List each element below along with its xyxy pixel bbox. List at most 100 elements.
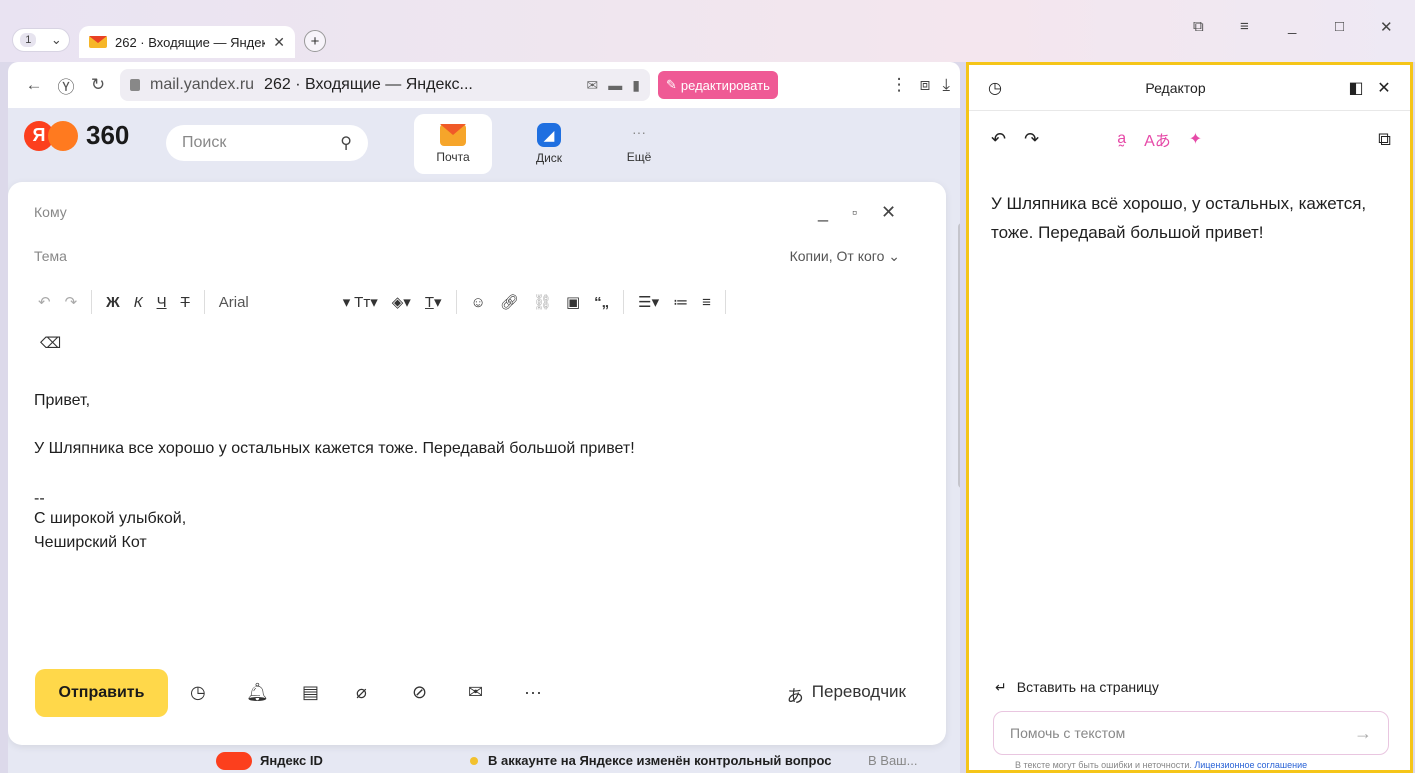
strikethrough-icon[interactable]: Т: [181, 294, 190, 311]
url-page-title: 262 · Входящие — Яндекс...: [264, 76, 473, 93]
address-bar[interactable]: mail.yandex.ru 262 · Входящие — Яндекс..…: [120, 69, 650, 101]
emoji-icon[interactable]: ☺: [471, 294, 486, 311]
translate-icon: あ: [786, 687, 804, 706]
new-tab-button[interactable]: +: [304, 30, 326, 52]
service-more[interactable]: ··· Ещё: [600, 114, 678, 174]
send-button[interactable]: Отправить: [35, 669, 168, 717]
editor-toolbar: ↶ ↷ a̰ Aあ ✦ ⧉: [991, 127, 1391, 151]
italic-icon[interactable]: К: [134, 294, 143, 311]
reminder-bell-icon[interactable]: 🔔︎: [246, 682, 269, 703]
tab-counter-button[interactable]: 1 ⌄: [12, 28, 70, 52]
numbered-list-icon[interactable]: ≡: [702, 294, 711, 311]
chevron-down-icon: ⌄: [888, 248, 900, 264]
browser-tab[interactable]: 262 · Входящие — Яндекс ✕: [79, 26, 295, 58]
minimize-compose-icon[interactable]: _: [818, 202, 828, 223]
formatting-toolbar: ↶ ↷ Ж К Ч Т Arial ▾ Tт▾ ◈▾ T̲▾ ☺ 🔗︎ ⛓︎ ▣…: [38, 290, 726, 314]
ai-sparkle-icon[interactable]: ✦: [1189, 129, 1202, 149]
dock-panel-icon[interactable]: ◧: [1342, 78, 1370, 98]
to-field[interactable]: Кому: [34, 204, 67, 220]
search-input[interactable]: Поиск ⚲: [166, 125, 368, 161]
minimize-icon[interactable]: _: [1288, 18, 1296, 35]
service-mail[interactable]: Почта: [414, 114, 492, 174]
close-editor-icon[interactable]: ✕: [1370, 78, 1398, 98]
bold-icon[interactable]: Ж: [106, 294, 120, 311]
yandex-id-icon: [216, 751, 252, 770]
undo-icon[interactable]: ↶: [38, 293, 51, 311]
collections-icon[interactable]: ⧉: [1193, 18, 1204, 35]
signature-line-2: Чеширский Кот: [34, 534, 147, 551]
editor-text[interactable]: У Шляпника всё хорошо, у остальных, каже…: [991, 189, 1401, 247]
search-placeholder: Поиск: [182, 134, 227, 151]
envelope-icon[interactable]: ✉: [468, 682, 483, 703]
undo-icon[interactable]: ↶: [991, 129, 1006, 150]
mail-favicon-icon: [89, 36, 107, 48]
clear-format-icon[interactable]: ⌫: [40, 334, 61, 352]
link-icon[interactable]: 🔗︎: [500, 293, 519, 311]
separator: [623, 290, 625, 314]
chat-icon[interactable]: ▬: [608, 77, 622, 93]
insert-to-page-button[interactable]: ↵ Вставить на страницу: [995, 679, 1159, 696]
copies-from-toggle[interactable]: Копии, От кого ⌄: [790, 248, 900, 265]
yandex-icon[interactable]: Ⓨ: [50, 73, 82, 98]
expand-compose-icon[interactable]: ▫: [852, 204, 857, 220]
menu-icon[interactable]: ≡: [1240, 18, 1249, 35]
more-icon[interactable]: ⋮: [891, 75, 908, 95]
subject-field[interactable]: Тема: [34, 248, 67, 264]
translator-button[interactable]: あ Переводчик: [787, 682, 906, 707]
tab-title: 262 · Входящие — Яндекс: [115, 34, 266, 50]
return-arrow-icon: ↵: [995, 679, 1007, 695]
yandex-360-logo[interactable]: Я 360: [24, 120, 129, 151]
image-icon[interactable]: ▣: [566, 293, 580, 311]
attach-icon[interactable]: ⌀: [356, 682, 367, 703]
back-icon[interactable]: ←: [18, 75, 50, 95]
separator: [724, 290, 726, 314]
history-icon[interactable]: ◷: [981, 78, 1009, 98]
service-mail-label: Почта: [436, 150, 470, 164]
rephrase-icon[interactable]: Aあ: [1144, 127, 1171, 151]
schedule-icon[interactable]: ◷: [190, 682, 206, 703]
url-domain: mail.yandex.ru: [150, 76, 255, 93]
bookmark-icon[interactable]: ▮: [632, 77, 640, 94]
bullet-list-icon[interactable]: ≔: [673, 293, 688, 311]
edit-button[interactable]: ✎ редактировать: [658, 71, 778, 99]
font-select[interactable]: Arial: [219, 294, 329, 311]
list-snippet: В Ваш...: [868, 753, 918, 768]
font-size-icon[interactable]: ▾ Tт▾: [343, 293, 378, 311]
signature-line-1: С широкой улыбкой,: [34, 510, 187, 527]
fill-color-icon[interactable]: ◈▾: [392, 293, 411, 311]
extensions-icon[interactable]: ⧈: [920, 75, 931, 95]
template-icon[interactable]: ▤: [302, 682, 319, 703]
service-disk-label: Диск: [535, 151, 563, 165]
copy-icon[interactable]: ⧉: [1378, 129, 1391, 150]
quote-icon[interactable]: “„: [594, 294, 609, 311]
maximize-icon[interactable]: □: [1335, 18, 1344, 35]
mail-icon[interactable]: ✉: [587, 77, 599, 94]
help-text-input[interactable]: Помочь с текстом →: [993, 711, 1389, 755]
lock-icon: [130, 79, 140, 91]
page-scrollbar[interactable]: [958, 223, 960, 488]
more-options-icon[interactable]: ···: [524, 682, 542, 703]
license-link[interactable]: Лицензионное соглашение: [1194, 760, 1307, 770]
text-color-icon[interactable]: T̲▾: [425, 293, 442, 311]
disclaimer: В тексте могут быть ошибки и неточности.…: [1015, 760, 1307, 770]
service-disk[interactable]: ◢ Диск: [510, 114, 588, 174]
copies-label: Копии, От кого: [789, 248, 885, 264]
separator: [91, 290, 93, 314]
align-icon[interactable]: ☰▾: [638, 293, 659, 311]
redo-icon[interactable]: ↷: [1024, 129, 1039, 150]
editor-panel: ◷ Редактор ◧ ✕ ↶ ↷ a̰ Aあ ✦ ⧉ У Шляпника …: [966, 62, 1413, 773]
unlink-icon[interactable]: ⛓︎: [533, 293, 552, 311]
underline-icon[interactable]: Ч: [157, 294, 167, 311]
list-item[interactable]: Яндекс ID В аккаунте на Яндексе изменён …: [8, 748, 946, 773]
download-icon[interactable]: ⤓: [942, 75, 950, 95]
tab-close-icon[interactable]: ✕: [273, 34, 285, 51]
spellcheck-icon[interactable]: a̰: [1117, 130, 1126, 148]
close-compose-icon[interactable]: ✕: [881, 202, 896, 223]
body-text: У Шляпника все хорошо у остальных кажетс…: [34, 440, 635, 457]
send-arrow-icon[interactable]: →: [1354, 723, 1372, 744]
disk-attach-icon[interactable]: ⊘: [412, 682, 427, 703]
redo-icon[interactable]: ↷: [65, 293, 78, 311]
close-window-icon[interactable]: ✕: [1380, 18, 1393, 36]
mail-service-icon: [440, 124, 466, 146]
reload-icon[interactable]: ↻: [82, 75, 114, 95]
